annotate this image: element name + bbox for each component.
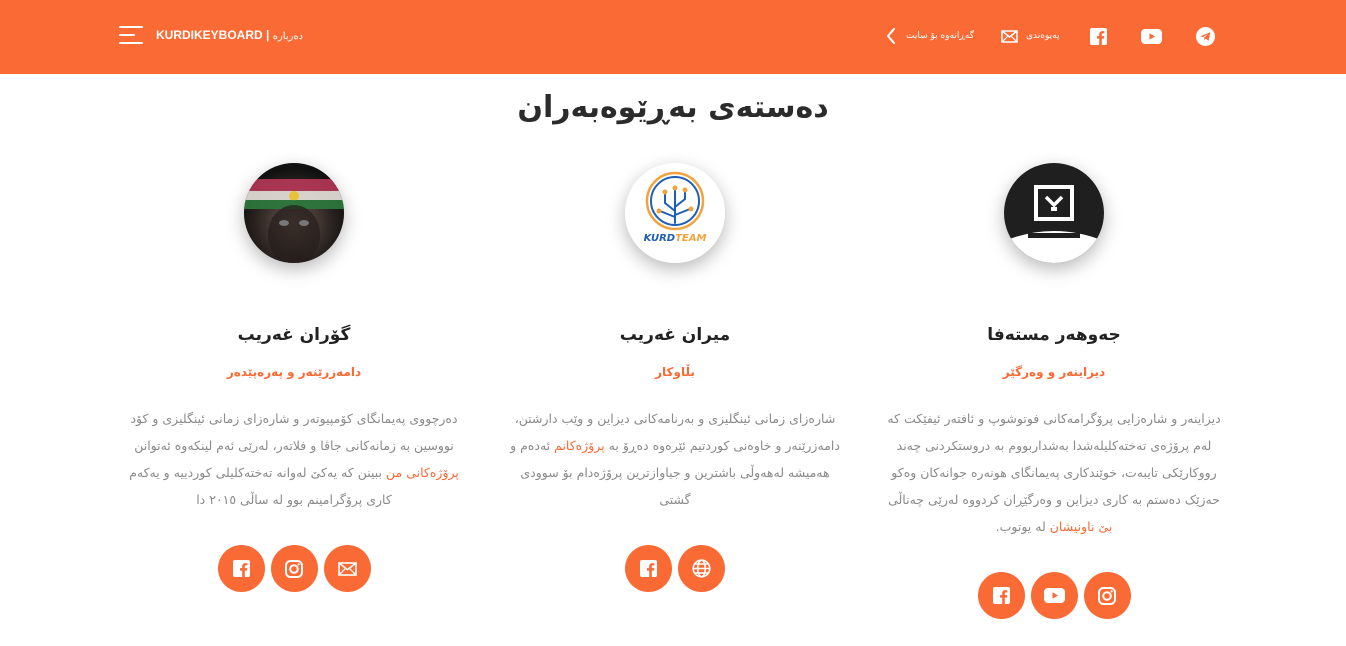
member-role: بڵاوکار [655,365,695,379]
mail-icon [1001,29,1018,43]
member-role: دیزاینەر و وەرگێر [1002,365,1106,379]
about-link[interactable]: دەربارە [273,31,303,42]
mail-icon[interactable] [323,545,371,592]
menu-icon[interactable] [119,26,143,45]
member-bio: شارەزای زمانی ئینگلیزی و بەرنامەکانی دیز… [495,405,855,513]
facebook-icon[interactable] [977,572,1025,619]
contact-link[interactable]: پەیوەندی [1001,25,1059,47]
brand[interactable]: KURDIKEYBOARD | دەربارە [156,28,303,42]
team-member-card: جەوهەر مستەفا دیزاینەر و وەرگێر دیزاینەر… [874,160,1234,619]
member-role: دامەزرێنەر و پەرەپێدەر [226,365,362,379]
member-social-links [874,572,1234,619]
member-name: جەوهەر مستەفا [987,325,1121,345]
bio-text: لە یوتوب. [995,519,1050,534]
back-to-site-link[interactable]: گەڕانەوە بۆ سایت [886,25,974,47]
projects-link[interactable]: پرۆژەکانی من [386,465,459,480]
bio-text: دەرچووی پەیمانگای کۆمپیوتەر و شارەزای زم… [130,411,458,453]
projects-link[interactable]: پرۆژەکانم [554,438,605,453]
svg-text:KURDTEAM: KURDTEAM [644,233,707,244]
back-to-site-label: گەڕانەوە بۆ سایت [906,31,974,41]
top-navbar: KURDIKEYBOARD | دەربارە گەڕانەوە بۆ سایت… [0,0,1346,74]
section-title: دەستەی بەڕێوەبەران [517,90,829,125]
member-bio: دەرچووی پەیمانگای کۆمپیوتەر و شارەزای زم… [114,405,474,513]
avatar [244,163,344,263]
youtube-icon[interactable] [1030,572,1078,619]
member-name: گۆران غەریب [237,325,351,345]
facebook-icon[interactable] [1087,25,1109,47]
member-name: میران غەریب [619,325,731,345]
facebook-icon[interactable] [625,545,672,592]
member-social-links [495,545,855,592]
team-member-card: گۆران غەریب دامەزرێنەر و پەرەپێدەر دەرچو… [114,160,474,592]
bio-text: دیزاینەر و شارەزایی پرۆگرامەکانی فوتوشوپ… [887,411,1221,507]
bio-text: ببینن کە یەکێ لەوانە تەختەکلیلی کوردییە … [129,465,392,507]
avatar: KURDTEAM [625,163,725,263]
telegram-icon[interactable] [1194,25,1216,47]
globe-icon[interactable] [678,545,725,592]
youtube-icon[interactable] [1140,25,1162,47]
facebook-icon[interactable] [217,545,265,592]
member-social-links [114,545,474,592]
chevron-left-icon [886,28,896,44]
avatar [1004,163,1104,263]
instagram-icon[interactable] [270,545,318,592]
brand-name: KURDIKEYBOARD | [156,28,270,42]
instagram-icon[interactable] [1083,572,1131,619]
member-bio: دیزاینەر و شارەزایی پرۆگرامەکانی فوتوشوپ… [874,405,1234,540]
channel-link[interactable]: بێ ناونیشان [1050,519,1113,534]
contact-label: پەیوەندی [1026,31,1060,41]
team-member-card: KURDTEAM میران غەریب بڵاوکار شارەزای زما… [495,160,855,592]
